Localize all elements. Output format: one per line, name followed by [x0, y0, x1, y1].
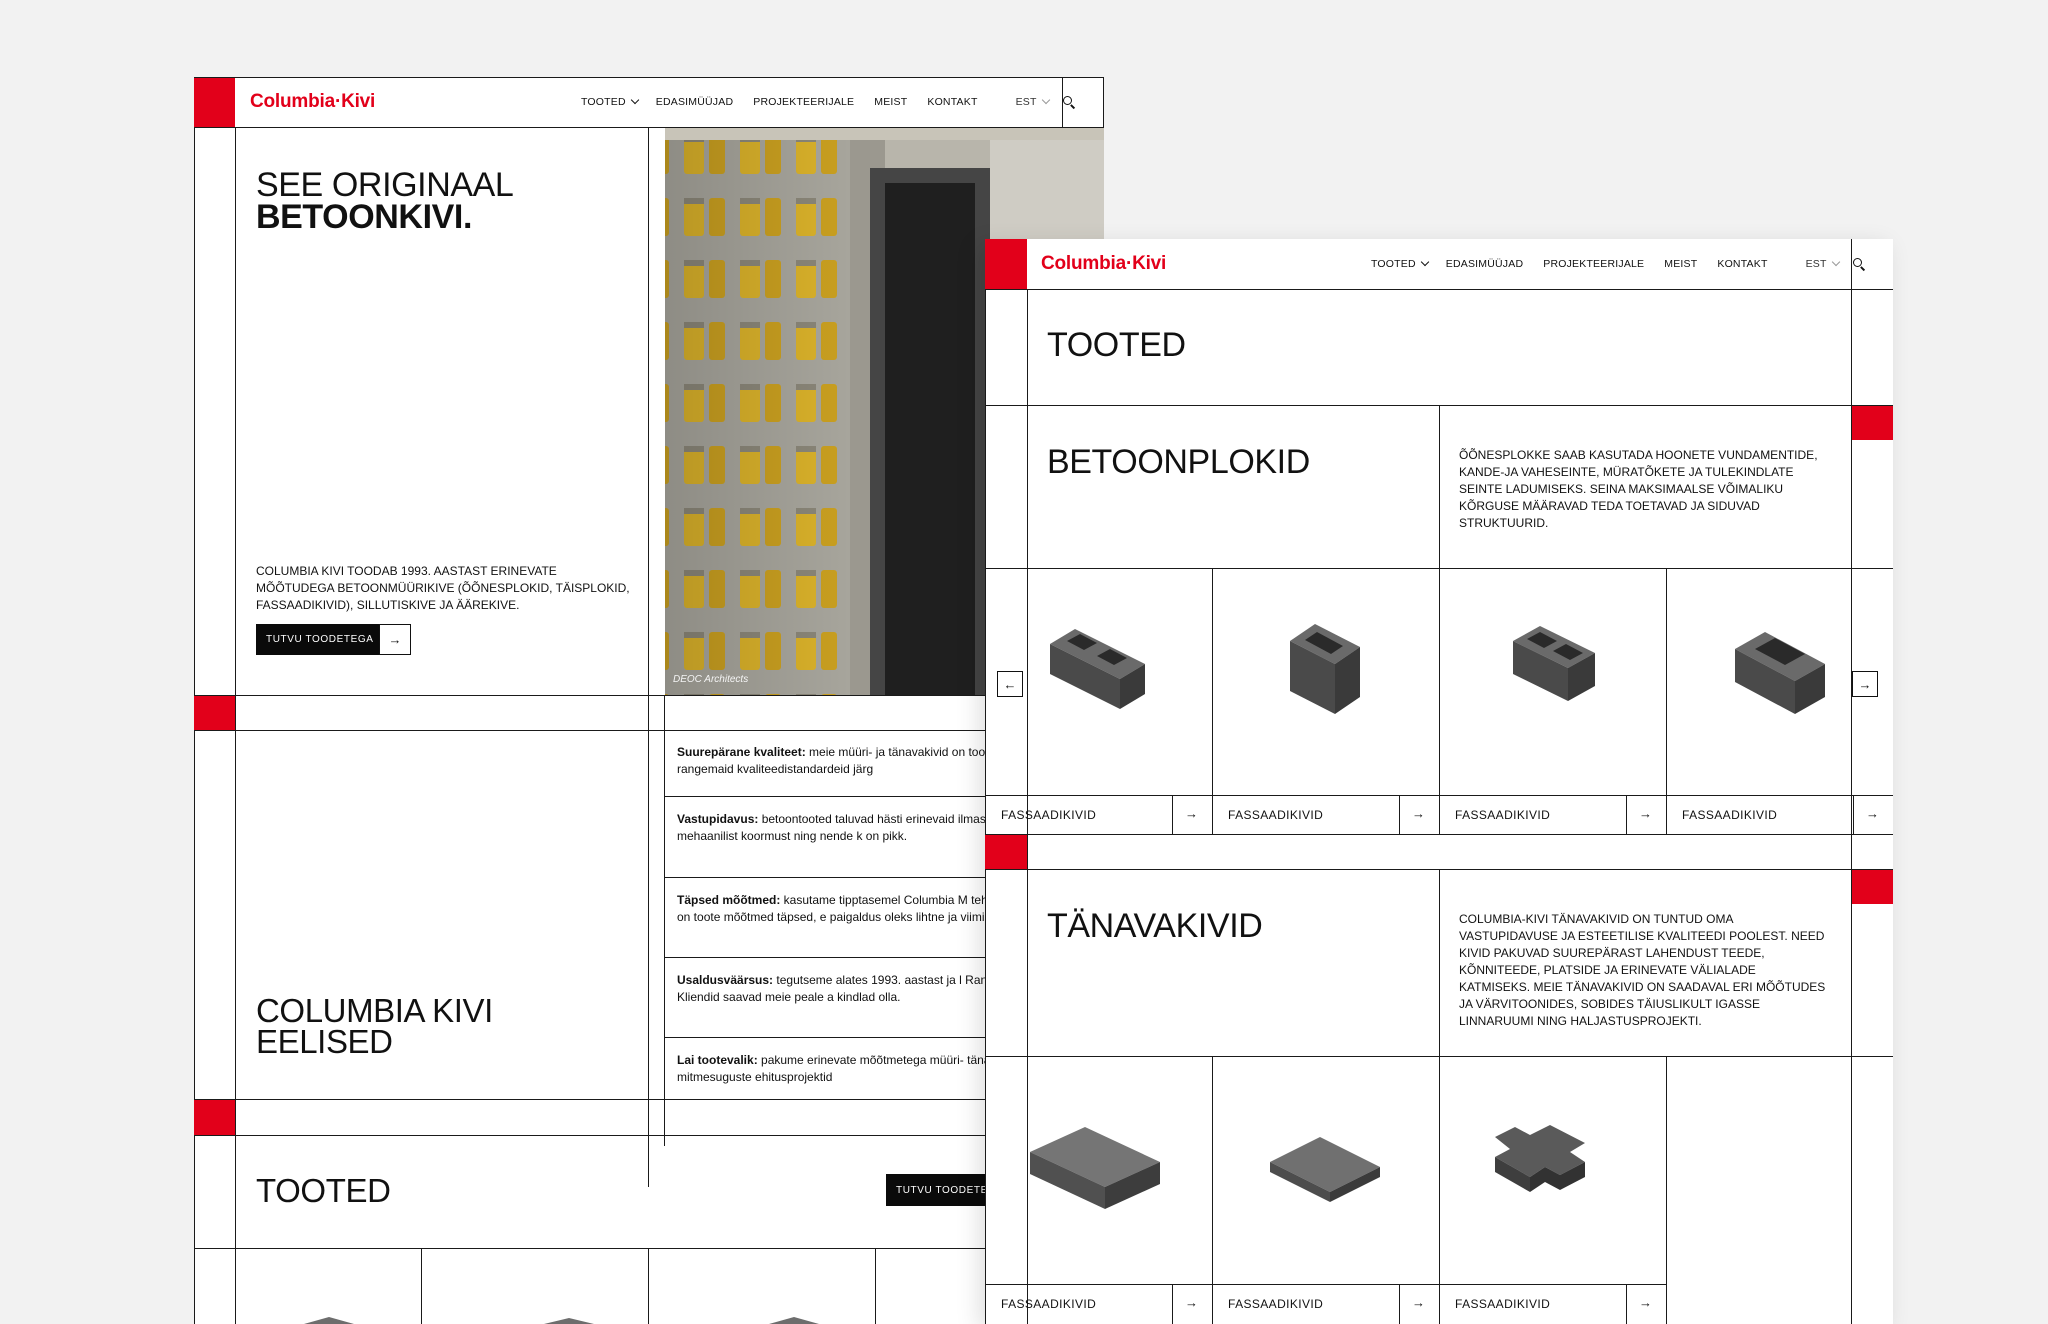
language-switch[interactable]: EST: [1016, 95, 1050, 108]
nav-item-tooted[interactable]: TOOTED: [1371, 257, 1430, 270]
lintel-block-image: [1735, 632, 1825, 714]
hero-cta-button[interactable]: TUTVU TOODETEGA: [256, 624, 380, 655]
accent-red-square: [985, 835, 1027, 869]
hollow-block-double-large-image: [1513, 626, 1595, 701]
nav-item-meist[interactable]: MEIST: [874, 96, 907, 108]
accent-red-square: [194, 696, 235, 730]
arrow-right-icon[interactable]: →: [1185, 1296, 1198, 1309]
corner-red-square: [985, 239, 1027, 289]
logo[interactable]: Columbia·Kivi: [250, 91, 375, 113]
arrow-left-icon: ←: [1003, 676, 1017, 692]
product-label[interactable]: FASSAADIKIVID: [1228, 808, 1323, 822]
arrow-right-icon[interactable]: →: [1639, 807, 1652, 820]
chevron-down-icon: [630, 95, 640, 105]
paving-stone-rounded-image: [1030, 1127, 1160, 1209]
page-title: TOOTED: [1047, 326, 1186, 364]
corner-red-square: [194, 77, 235, 127]
search-icon[interactable]: [1852, 258, 1865, 270]
section-description: ÕÕNESPLOKKE SAAB KASUTADA HOONETE VUNDAM…: [1459, 448, 1818, 530]
product-label[interactable]: FASSAADIKIVID: [1001, 808, 1096, 822]
nav-item-edasimuujad[interactable]: EDASIMÜÜJAD: [1446, 258, 1523, 270]
chevron-down-icon: [1420, 257, 1430, 267]
product-label[interactable]: FASSAADIKIVID: [1455, 808, 1550, 822]
paving-stone-zigzag-image: [1495, 1125, 1585, 1192]
product-label[interactable]: FASSAADIKIVID: [1455, 1297, 1550, 1311]
tanavakivid-product-images: [1030, 1125, 1585, 1209]
main-nav: TOOTED EDASIMÜÜJAD PROJEKTEERIJALE MEIST…: [581, 95, 1075, 108]
arrow-right-icon[interactable]: →: [1639, 1296, 1652, 1309]
main-nav: TOOTED EDASIMÜÜJAD PROJEKTEERIJALE MEIST…: [1371, 257, 1865, 270]
nav-item-edasimuujad[interactable]: EDASIMÜÜJAD: [656, 96, 733, 108]
nav-item-projekteerijale[interactable]: PROJEKTEERIJALE: [1543, 258, 1644, 270]
product-label[interactable]: FASSAADIKIVID: [1001, 1297, 1096, 1311]
nav-item-kontakt[interactable]: KONTAKT: [1717, 258, 1767, 270]
arrow-right-icon[interactable]: →: [1412, 807, 1425, 820]
photo-credit: DEOC Architects: [673, 674, 749, 685]
products-title: TOOTED: [256, 1172, 391, 1209]
arrow-right-icon[interactable]: →: [1412, 1296, 1425, 1309]
hollow-block-single-image: [1290, 624, 1360, 714]
search-icon[interactable]: [1062, 96, 1075, 108]
carousel-prev-button[interactable]: ←: [997, 671, 1023, 697]
arrow-right-icon[interactable]: →: [1866, 807, 1879, 820]
logo[interactable]: Columbia·Kivi: [1041, 253, 1166, 275]
products-page-frame: Columbia·Kivi TOOTED EDASIMÜÜJAD PROJEKT…: [985, 239, 1893, 1324]
carousel-next-button[interactable]: →: [1852, 671, 1878, 697]
product-thumbnails-partial: [304, 1317, 1044, 1324]
accent-red-square: [194, 1100, 235, 1135]
hollow-block-double-image: [1050, 629, 1145, 709]
nav-item-tooted[interactable]: TOOTED: [581, 95, 640, 108]
betoonplokid-product-images: [1050, 624, 1825, 714]
section-title-tanavakivid: TÄNAVAKIVID: [1047, 907, 1263, 945]
accent-red-square: [1852, 406, 1893, 440]
language-switch[interactable]: EST: [1806, 257, 1840, 270]
advantages-title: COLUMBIA KIVI EELISED: [256, 992, 493, 1060]
hero-title: SEE ORIGINAAL BETOONKIVI.: [256, 166, 514, 236]
arrow-right-icon: →: [1858, 676, 1872, 692]
accent-red-square: [1852, 870, 1893, 904]
hero-cta-arrow-button[interactable]: →: [379, 624, 411, 655]
arrow-right-icon[interactable]: →: [1185, 807, 1198, 820]
arrow-right-icon: →: [388, 632, 402, 647]
product-label[interactable]: FASSAADIKIVID: [1228, 1297, 1323, 1311]
chevron-down-icon: [1041, 95, 1050, 105]
chevron-down-icon: [1831, 257, 1840, 267]
product-label[interactable]: FASSAADIKIVID: [1682, 808, 1777, 822]
nav-item-kontakt[interactable]: KONTAKT: [927, 96, 977, 108]
nav-item-meist[interactable]: MEIST: [1664, 258, 1697, 270]
section-description: COLUMBIA-KIVI TÄNAVAKIVID ON TUNTUD OMA …: [1459, 912, 1826, 1028]
nav-item-projekteerijale[interactable]: PROJEKTEERIJALE: [753, 96, 854, 108]
hero-intro: COLUMBIA KIVI TOODAB 1993. AASTAST ERINE…: [256, 564, 630, 612]
section-title-betoonplokid: BETOONPLOKID: [1047, 443, 1310, 481]
paving-slab-square-image: [1270, 1137, 1380, 1202]
home-page-frame: Columbia·Kivi TOOTED EDASIMÜÜJAD PROJEKT…: [194, 77, 1104, 1324]
